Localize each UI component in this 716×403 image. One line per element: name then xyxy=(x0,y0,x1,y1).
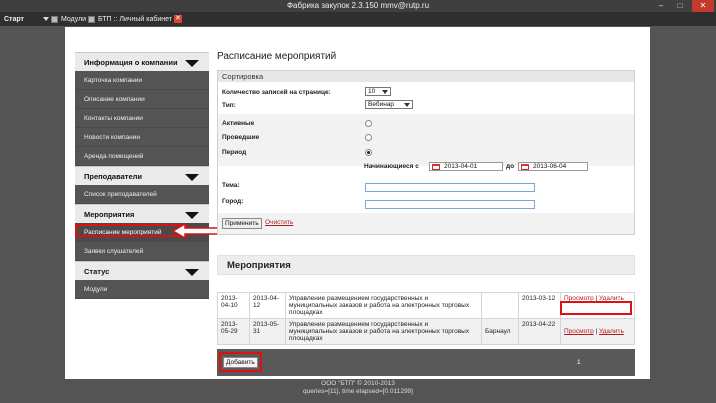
modules-tab-label: Модули xyxy=(61,16,87,23)
window-icon xyxy=(88,15,95,23)
past-radio[interactable] xyxy=(365,134,372,141)
sort-panel: Сортировка Количество записей на страниц… xyxy=(217,70,635,235)
view-link[interactable]: Просмотр xyxy=(564,328,594,335)
type-label: Тип: xyxy=(222,102,236,109)
section-title: Мероприятия xyxy=(84,210,135,219)
active-radio[interactable] xyxy=(365,120,372,127)
window-icon xyxy=(51,15,58,23)
records-value: 10 xyxy=(368,88,376,95)
event-created-date: 2013-03-12 xyxy=(518,292,561,319)
copyright-text: ООО "БТП" © 2010-2013 xyxy=(321,380,395,387)
events-table: 2013-04-10 2013-04-12 Управление размеще… xyxy=(217,292,635,345)
active-label: Активные xyxy=(222,120,255,127)
chevron-down-icon xyxy=(404,103,410,107)
city-label: Город: xyxy=(222,198,244,205)
to-label: до xyxy=(506,163,515,170)
action-separator: | xyxy=(595,328,598,335)
start-dropdown-icon[interactable] xyxy=(43,15,49,24)
event-end-date: 2013-04-12 xyxy=(249,292,286,319)
past-label: Проведшие xyxy=(222,134,260,141)
page-container: Информация о компании Карточка компании … xyxy=(65,27,650,379)
topic-input[interactable] xyxy=(365,183,535,192)
collapse-arrow-icon[interactable] xyxy=(185,174,199,181)
records-label: Количество записей на странице: xyxy=(222,89,331,96)
section-title: Статус xyxy=(84,267,110,276)
sidebar-item-modules[interactable]: Модули xyxy=(75,280,209,299)
sidebar-item-company-card[interactable]: Карточка компании xyxy=(75,71,209,90)
apply-button[interactable]: Применить xyxy=(222,218,262,229)
main-content: Расписание мероприятий Сортировка Количе… xyxy=(217,51,635,235)
cabinet-tab-label: БТП :: Личный кабинет xyxy=(98,16,173,23)
debug-info: queries=[11], time elapsed=[0.011299] xyxy=(303,388,413,395)
collapse-arrow-icon[interactable] xyxy=(185,212,199,219)
collapse-arrow-icon[interactable] xyxy=(185,269,199,276)
calendar-icon[interactable] xyxy=(432,164,440,170)
clear-link[interactable]: Очистить xyxy=(265,219,293,226)
cabinet-tab[interactable]: БТП :: Личный кабинет ✕ xyxy=(88,15,182,24)
date-to-field[interactable]: 2013-06-04 xyxy=(518,162,588,171)
topic-label: Тема: xyxy=(222,182,240,189)
highlight-box xyxy=(219,352,262,372)
type-select[interactable]: Вебинар xyxy=(365,100,413,109)
sidebar-item-company-contacts[interactable]: Контакты компании xyxy=(75,109,209,128)
sidebar-item-company-description[interactable]: Описание компании xyxy=(75,90,209,109)
event-end-date: 2013-05-31 xyxy=(249,318,286,345)
event-created-date: 2013-04-22 xyxy=(518,318,561,345)
sidebar-section-events[interactable]: Мероприятия xyxy=(75,204,209,223)
taskbar: Старт Модули БТП :: Личный кабинет ✕ xyxy=(0,12,716,26)
starting-label: Начинающиеся с xyxy=(364,163,419,170)
sidebar-item-teacher-list[interactable]: Список преподавателей xyxy=(75,185,209,204)
start-menu-button[interactable]: Старт xyxy=(4,15,24,24)
window-title: Фабрика закупок 2.3.150 mmv@rutp.ru xyxy=(286,1,430,10)
records-per-page-select[interactable]: 10 xyxy=(365,87,391,96)
sidebar-section-status[interactable]: Статус xyxy=(75,261,209,280)
event-start-date: 2013-05-29 xyxy=(217,318,250,345)
events-section-title: Мероприятия xyxy=(217,255,635,275)
highlight-box xyxy=(560,301,632,315)
table-row: 2013-05-29 2013-05-31 Управление размеще… xyxy=(217,318,635,345)
date-from-value: 2013-04-01 xyxy=(444,163,478,170)
event-city xyxy=(481,292,519,319)
calendar-icon[interactable] xyxy=(521,164,529,170)
sidebar: Информация о компании Карточка компании … xyxy=(75,52,209,299)
chevron-down-icon xyxy=(382,90,388,94)
tab-close-icon[interactable]: ✕ xyxy=(173,15,182,24)
page-footer: ООО "БТП" © 2010-2013 queries=[11], time… xyxy=(0,380,716,396)
event-name: Управление размещением государственных и… xyxy=(285,318,482,345)
section-title: Информация о компании xyxy=(84,58,178,67)
type-value: Вебинар xyxy=(368,101,395,108)
status-band xyxy=(218,114,634,166)
start-label: Старт xyxy=(4,16,24,23)
delete-link[interactable]: Удалить xyxy=(599,328,624,335)
date-to-value: 2013-06-04 xyxy=(533,163,567,170)
event-start-date: 2013-04-10 xyxy=(217,292,250,319)
page-title: Расписание мероприятий xyxy=(217,51,337,62)
section-title: Преподаватели xyxy=(84,172,142,181)
date-from-field[interactable]: 2013-04-01 xyxy=(429,162,503,171)
event-name: Управление размещением государственных и… xyxy=(285,292,482,319)
table-footer: Добавить 1 xyxy=(217,349,635,376)
sidebar-item-room-rental[interactable]: Аренда помещений xyxy=(75,147,209,166)
event-city: Барнаул xyxy=(481,318,519,345)
window-titlebar: Фабрика закупок 2.3.150 mmv@rutp.ru – □ … xyxy=(0,0,716,12)
modules-tab[interactable]: Модули xyxy=(51,15,86,24)
period-radio[interactable] xyxy=(365,149,372,156)
close-window-button[interactable]: ✕ xyxy=(692,0,714,12)
maximize-button[interactable]: □ xyxy=(671,0,689,12)
city-input[interactable] xyxy=(365,200,535,209)
sidebar-item-listener-requests[interactable]: Заявки слушателей xyxy=(75,242,209,261)
collapse-arrow-icon[interactable] xyxy=(185,60,199,67)
minimize-button[interactable]: – xyxy=(652,0,670,12)
sort-legend: Сортировка xyxy=(218,71,634,82)
period-label: Период xyxy=(222,149,247,156)
sidebar-section-company[interactable]: Информация о компании xyxy=(75,52,209,71)
sidebar-section-teachers[interactable]: Преподаватели xyxy=(75,166,209,185)
page-number[interactable]: 1 xyxy=(577,359,581,366)
sidebar-item-company-news[interactable]: Новости компании xyxy=(75,128,209,147)
event-actions: Просмотр | Удалить xyxy=(560,318,635,345)
